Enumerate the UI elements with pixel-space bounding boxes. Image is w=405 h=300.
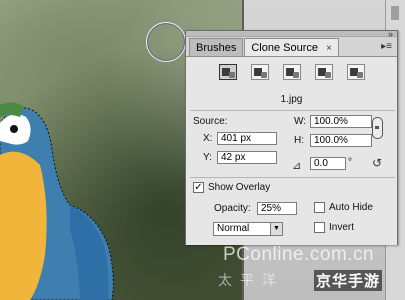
w-label: W: (294, 116, 307, 127)
opacity-field[interactable]: 25% (257, 202, 297, 215)
h-label: H: (294, 135, 304, 146)
chevron-down-icon: ▼ (270, 223, 282, 235)
auto-hide-label: Auto Hide (329, 202, 373, 213)
invert-label: Invert (329, 222, 355, 233)
divider (190, 110, 395, 111)
rotation-field[interactable]: 0.0 (310, 157, 346, 170)
close-tab-icon[interactable]: × (326, 43, 332, 54)
x-label: X: (203, 133, 213, 144)
divider (190, 177, 395, 178)
clone-source-panel: » Brushes Clone Source × ▸≡ 1.jpg Source… (185, 29, 398, 245)
opacity-label: Opacity: (214, 203, 251, 214)
source-filename: 1.jpg (280, 94, 303, 105)
clone-source-body: 1.jpg Source: X: 401 px Y: 42 px W: 100.… (186, 56, 397, 245)
clone-source-5-icon[interactable] (347, 64, 365, 80)
angle-icon: ⊿ (292, 160, 302, 172)
degree-symbol: ° (348, 157, 352, 168)
clone-source-buttons (219, 64, 365, 80)
clone-brush-cursor-icon (146, 22, 186, 62)
site-watermark-chinese: 太平洋 (218, 272, 284, 288)
panel-menu-icon[interactable]: ▸≡ (381, 41, 392, 52)
width-scale-field[interactable]: 100.0% (310, 115, 372, 128)
clone-source-4-icon[interactable] (315, 64, 333, 80)
tab-clone-source-label: Clone Source (251, 42, 319, 54)
invert-checkbox[interactable] (314, 222, 325, 233)
tab-brushes[interactable]: Brushes (189, 38, 244, 56)
show-overlay-checkbox[interactable]: ✓ (193, 182, 204, 193)
height-scale-field[interactable]: 100.0% (310, 134, 372, 147)
show-overlay-label: Show Overlay (208, 182, 271, 193)
clone-source-1-icon[interactable] (219, 64, 237, 80)
offset-x-field[interactable]: 401 px (217, 132, 277, 145)
scrollbar-thumb[interactable] (391, 6, 399, 20)
reset-transform-icon[interactable]: ↺ (372, 156, 382, 170)
site-watermark: PConline.com.cn (223, 244, 375, 265)
link-scale-icon[interactable] (372, 117, 383, 139)
offset-y-field[interactable]: 42 px (217, 151, 277, 164)
collapse-panel-button[interactable]: » (388, 29, 393, 39)
clone-source-3-icon[interactable] (283, 64, 301, 80)
blend-mode-select[interactable]: Normal ▼ (213, 222, 283, 236)
auto-hide-checkbox[interactable] (314, 202, 325, 213)
link-bar (375, 126, 379, 129)
tab-clone-source[interactable]: Clone Source × (244, 38, 339, 56)
panel-title-strip[interactable]: » (186, 29, 397, 39)
brand-watermark: 京华手游 (314, 270, 383, 291)
tab-brushes-label: Brushes (196, 42, 237, 54)
panel-tabs: Brushes Clone Source × (189, 38, 340, 56)
parrot-image (0, 102, 114, 300)
y-label: Y: (203, 152, 212, 163)
source-label: Source: (193, 116, 228, 127)
clone-source-2-icon[interactable] (251, 64, 269, 80)
blend-mode-value: Normal (217, 223, 250, 234)
